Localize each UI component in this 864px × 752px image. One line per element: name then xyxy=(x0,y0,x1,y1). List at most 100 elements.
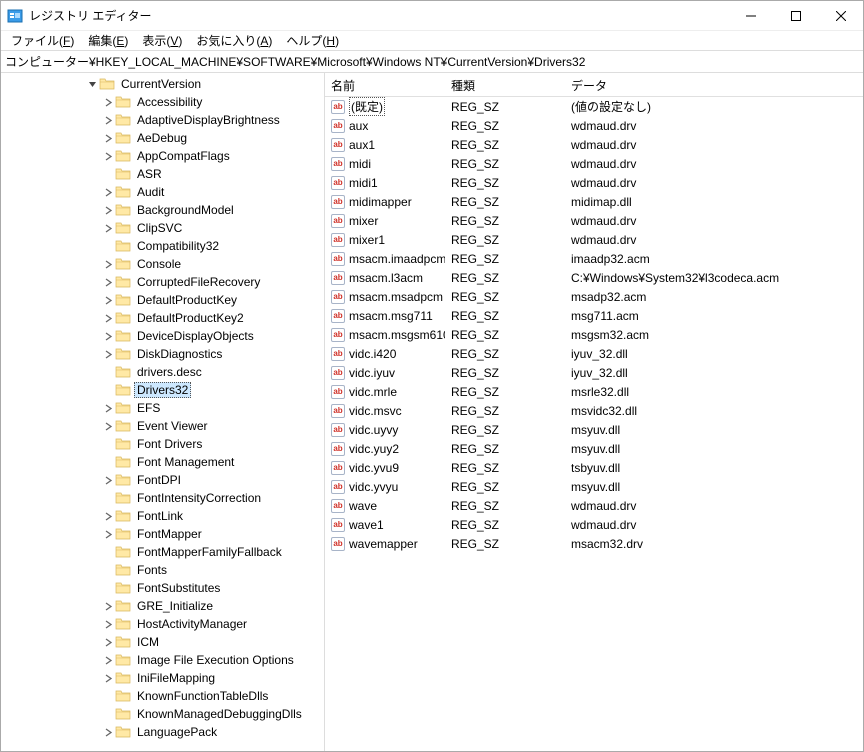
tree-item-knownfunctiontabledlls[interactable]: KnownFunctionTableDlls xyxy=(3,687,324,705)
chevron-right-icon[interactable] xyxy=(101,95,115,109)
column-data[interactable]: データ xyxy=(565,73,863,96)
tree-item-diskdiagnostics[interactable]: DiskDiagnostics xyxy=(3,345,324,363)
value-row-mixer1[interactable]: abmixer1REG_SZwdmaud.drv xyxy=(325,230,863,249)
column-type[interactable]: 種類 xyxy=(445,73,565,96)
value-row-vidc-msvc[interactable]: abvidc.msvcREG_SZmsvidc32.dll xyxy=(325,401,863,420)
chevron-right-icon[interactable] xyxy=(101,185,115,199)
tree-item-aedebug[interactable]: AeDebug xyxy=(3,129,324,147)
tree-item-knownmanageddebuggingdlls[interactable]: KnownManagedDebuggingDlls xyxy=(3,705,324,723)
value-row-vidc-yvu9[interactable]: abvidc.yvu9REG_SZtsbyuv.dll xyxy=(325,458,863,477)
tree-item-asr[interactable]: ASR xyxy=(3,165,324,183)
value-row-msacm-msg711[interactable]: abmsacm.msg711REG_SZmsg711.acm xyxy=(325,306,863,325)
list-pane[interactable]: 名前 種類 データ ab(既定)REG_SZ(値の設定なし)abauxREG_S… xyxy=(325,73,863,751)
maximize-button[interactable] xyxy=(773,1,818,30)
tree-item-adaptivedisplaybrightness[interactable]: AdaptiveDisplayBrightness xyxy=(3,111,324,129)
value-row-vidc-yvyu[interactable]: abvidc.yvyuREG_SZmsyuv.dll xyxy=(325,477,863,496)
value-row-vidc-uyvy[interactable]: abvidc.uyvyREG_SZmsyuv.dll xyxy=(325,420,863,439)
chevron-right-icon[interactable] xyxy=(101,203,115,217)
tree-item-fontsubstitutes[interactable]: FontSubstitutes xyxy=(3,579,324,597)
minimize-button[interactable] xyxy=(728,1,773,30)
menu-view[interactable]: 表示(V) xyxy=(136,31,188,50)
value-row-mixer[interactable]: abmixerREG_SZwdmaud.drv xyxy=(325,211,863,230)
tree-item-audit[interactable]: Audit xyxy=(3,183,324,201)
value-row-wave1[interactable]: abwave1REG_SZwdmaud.drv xyxy=(325,515,863,534)
chevron-right-icon[interactable] xyxy=(101,401,115,415)
chevron-right-icon[interactable] xyxy=(101,653,115,667)
value-row-midi1[interactable]: abmidi1REG_SZwdmaud.drv xyxy=(325,173,863,192)
chevron-right-icon[interactable] xyxy=(101,527,115,541)
tree-item-efs[interactable]: EFS xyxy=(3,399,324,417)
tree-item-icm[interactable]: ICM xyxy=(3,633,324,651)
chevron-right-icon[interactable] xyxy=(101,257,115,271)
tree-item-defaultproductkey[interactable]: DefaultProductKey xyxy=(3,291,324,309)
chevron-down-icon[interactable] xyxy=(85,77,99,91)
chevron-right-icon[interactable] xyxy=(101,113,115,127)
value-row-vidc-mrle[interactable]: abvidc.mrleREG_SZmsrle32.dll xyxy=(325,382,863,401)
tree-item-corruptedfilerecovery[interactable]: CorruptedFileRecovery xyxy=(3,273,324,291)
chevron-right-icon[interactable] xyxy=(101,473,115,487)
tree-item-fontdpi[interactable]: FontDPI xyxy=(3,471,324,489)
column-name[interactable]: 名前 xyxy=(325,73,445,96)
tree-item-devicedisplayobjects[interactable]: DeviceDisplayObjects xyxy=(3,327,324,345)
chevron-right-icon[interactable] xyxy=(101,275,115,289)
tree-item-font-drivers[interactable]: Font Drivers xyxy=(3,435,324,453)
tree-item-image-file-execution-options[interactable]: Image File Execution Options xyxy=(3,651,324,669)
value-row-wavemapper[interactable]: abwavemapperREG_SZmsacm32.drv xyxy=(325,534,863,553)
chevron-right-icon[interactable] xyxy=(101,617,115,631)
tree-item-hostactivitymanager[interactable]: HostActivityManager xyxy=(3,615,324,633)
value-row-midimapper[interactable]: abmidimapperREG_SZmidimap.dll xyxy=(325,192,863,211)
value-row-vidc-yuy2[interactable]: abvidc.yuy2REG_SZmsyuv.dll xyxy=(325,439,863,458)
chevron-right-icon[interactable] xyxy=(101,509,115,523)
chevron-right-icon[interactable] xyxy=(101,419,115,433)
value-row-midi[interactable]: abmidiREG_SZwdmaud.drv xyxy=(325,154,863,173)
value-row-msacm-l3acm[interactable]: abmsacm.l3acmREG_SZC:¥Windows¥System32¥l… xyxy=(325,268,863,287)
chevron-right-icon[interactable] xyxy=(101,293,115,307)
menu-favorites[interactable]: お気に入り(A) xyxy=(190,31,278,50)
tree-item-defaultproductkey2[interactable]: DefaultProductKey2 xyxy=(3,309,324,327)
tree-item-drivers32[interactable]: Drivers32 xyxy=(3,381,324,399)
chevron-right-icon[interactable] xyxy=(101,347,115,361)
menu-help[interactable]: ヘルプ(H) xyxy=(280,31,345,50)
tree-item-console[interactable]: Console xyxy=(3,255,324,273)
tree-item-fontmapper[interactable]: FontMapper xyxy=(3,525,324,543)
chevron-right-icon[interactable] xyxy=(101,131,115,145)
value-row-msacm-imaadpcm[interactable]: abmsacm.imaadpcmREG_SZimaadp32.acm xyxy=(325,249,863,268)
close-button[interactable] xyxy=(818,1,863,30)
chevron-right-icon[interactable] xyxy=(101,221,115,235)
value-row-vidc-i420[interactable]: abvidc.i420REG_SZiyuv_32.dll xyxy=(325,344,863,363)
tree-item-font-management[interactable]: Font Management xyxy=(3,453,324,471)
chevron-right-icon[interactable] xyxy=(101,599,115,613)
tree-item-compatibility32[interactable]: Compatibility32 xyxy=(3,237,324,255)
value-row-msacm-msgsm610[interactable]: abmsacm.msgsm610REG_SZmsgsm32.acm xyxy=(325,325,863,344)
value-row-wave[interactable]: abwaveREG_SZwdmaud.drv xyxy=(325,496,863,515)
tree-item-gre-initialize[interactable]: GRE_Initialize xyxy=(3,597,324,615)
tree-item-accessibility[interactable]: Accessibility xyxy=(3,93,324,111)
chevron-right-icon[interactable] xyxy=(101,671,115,685)
value-row-aux[interactable]: abauxREG_SZwdmaud.drv xyxy=(325,116,863,135)
titlebar[interactable]: レジストリ エディター xyxy=(1,1,863,31)
value-row-msacm-msadpcm[interactable]: abmsacm.msadpcmREG_SZmsadp32.acm xyxy=(325,287,863,306)
menu-file[interactable]: ファイル(F) xyxy=(5,31,80,50)
tree-pane[interactable]: CurrentVersionAccessibilityAdaptiveDispl… xyxy=(1,73,325,751)
chevron-right-icon[interactable] xyxy=(101,725,115,739)
chevron-right-icon[interactable] xyxy=(101,635,115,649)
tree-item-fontlink[interactable]: FontLink xyxy=(3,507,324,525)
chevron-right-icon[interactable] xyxy=(101,311,115,325)
tree-item-backgroundmodel[interactable]: BackgroundModel xyxy=(3,201,324,219)
menu-edit[interactable]: 編集(E) xyxy=(82,31,134,50)
tree-item-inifilemapping[interactable]: IniFileMapping xyxy=(3,669,324,687)
tree-item-appcompatflags[interactable]: AppCompatFlags xyxy=(3,147,324,165)
tree-item-languagepack[interactable]: LanguagePack xyxy=(3,723,324,741)
tree-item-fontintensitycorrection[interactable]: FontIntensityCorrection xyxy=(3,489,324,507)
value-row-vidc-iyuv[interactable]: abvidc.iyuvREG_SZiyuv_32.dll xyxy=(325,363,863,382)
tree-item-event-viewer[interactable]: Event Viewer xyxy=(3,417,324,435)
address-bar[interactable]: コンピューター¥HKEY_LOCAL_MACHINE¥SOFTWARE¥Micr… xyxy=(1,51,863,73)
chevron-right-icon[interactable] xyxy=(101,149,115,163)
tree-item-clipsvc[interactable]: ClipSVC xyxy=(3,219,324,237)
tree-item-drivers-desc[interactable]: drivers.desc xyxy=(3,363,324,381)
tree-item-fonts[interactable]: Fonts xyxy=(3,561,324,579)
chevron-right-icon[interactable] xyxy=(101,329,115,343)
tree-item-fontmapperfamilyfallback[interactable]: FontMapperFamilyFallback xyxy=(3,543,324,561)
tree-item-currentversion[interactable]: CurrentVersion xyxy=(3,75,324,93)
value-row-aux1[interactable]: abaux1REG_SZwdmaud.drv xyxy=(325,135,863,154)
